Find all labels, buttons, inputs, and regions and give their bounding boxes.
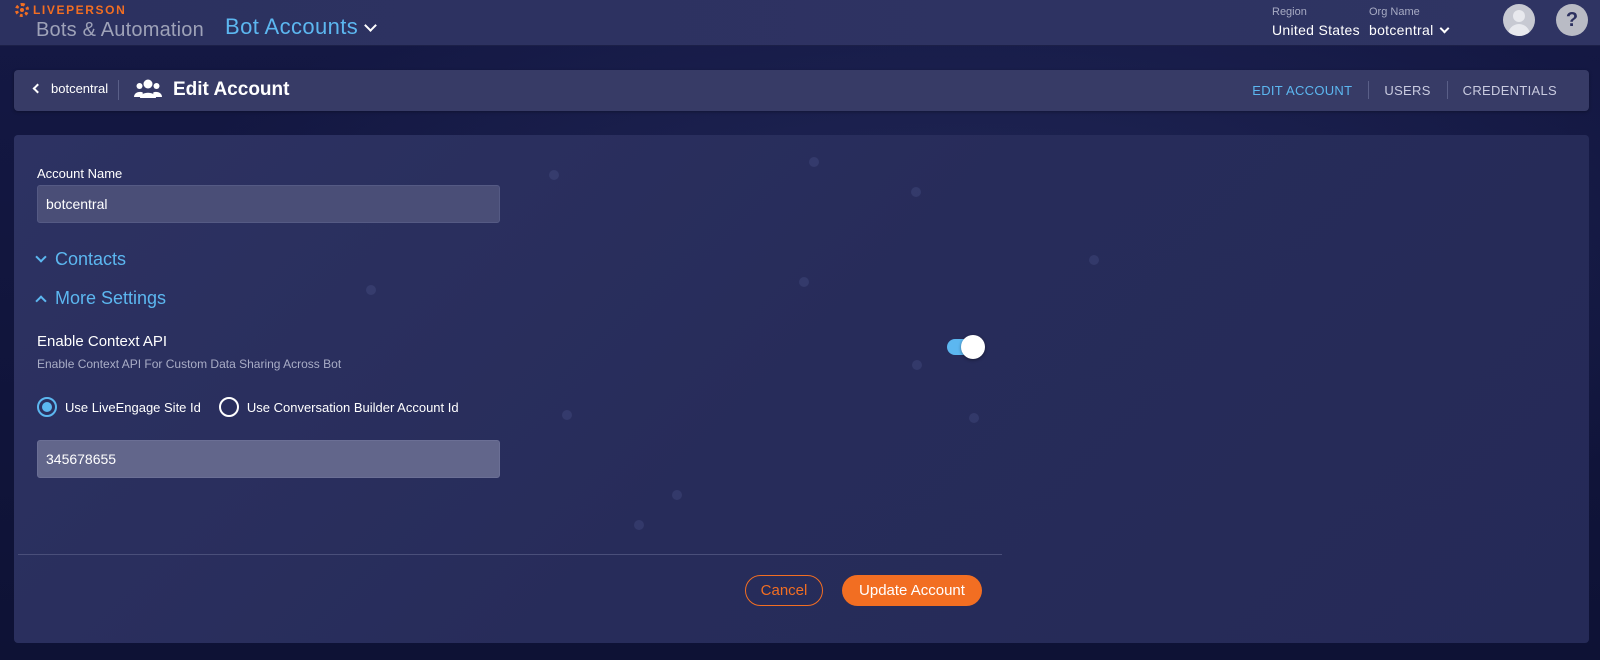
context-api-description: Enable Context API For Custom Data Shari… — [37, 357, 342, 371]
tab-users[interactable]: USERS — [1368, 81, 1446, 99]
user-avatar[interactable] — [1503, 4, 1535, 36]
account-name-input[interactable] — [37, 185, 500, 223]
radio-liveengage-site-id[interactable]: Use LiveEngage Site Id — [37, 397, 201, 417]
header-tabs: EDIT ACCOUNT USERS CREDENTIALS — [1236, 70, 1573, 111]
background-decoration — [562, 410, 572, 420]
radio-selected-icon — [37, 397, 57, 417]
contacts-accordion[interactable]: Contacts — [35, 249, 127, 270]
site-id-input[interactable] — [37, 440, 500, 478]
region-value: United States — [1272, 22, 1360, 38]
radio-label: Use Conversation Builder Account Id — [246, 399, 459, 415]
chevron-down-icon — [1440, 23, 1450, 34]
liveperson-logo: LIVEPERSON — [15, 3, 126, 17]
tab-edit-account[interactable]: EDIT ACCOUNT — [1236, 83, 1368, 98]
background-decoration — [912, 360, 922, 370]
region-label: Region — [1272, 6, 1307, 18]
chevron-up-icon — [35, 294, 47, 307]
page-title: Edit Account — [173, 79, 290, 100]
radio-label: Use LiveEngage Site Id — [65, 399, 201, 415]
chevron-left-icon — [32, 83, 43, 94]
org-label: Org Name — [1369, 6, 1420, 18]
background-decoration — [634, 520, 644, 530]
tab-credentials[interactable]: CREDENTIALS — [1446, 81, 1573, 99]
more-settings-accordion[interactable]: More Settings — [35, 288, 167, 309]
avatar-shoulders-shape — [1508, 24, 1530, 36]
region-info: Region United States — [1272, 6, 1360, 38]
chevron-down-icon — [35, 251, 47, 263]
section-switcher[interactable]: Bot Accounts — [225, 14, 378, 40]
users-group-icon — [134, 79, 162, 98]
background-decoration — [672, 490, 682, 500]
background-decoration — [911, 187, 921, 197]
page-header: botcentral Edit Account EDIT ACCOUNT USE… — [14, 70, 1589, 111]
top-navigation-bar: LIVEPERSON Bots & Automation Bot Account… — [0, 0, 1600, 46]
product-name: Bots & Automation — [36, 19, 204, 41]
header-divider — [118, 80, 119, 100]
brand-name: LIVEPERSON — [33, 3, 127, 17]
org-value-row[interactable]: botcentral — [1369, 22, 1450, 38]
background-decoration — [799, 277, 809, 287]
contacts-accordion-label: Contacts — [55, 249, 127, 269]
back-link-label: botcentral — [51, 81, 109, 96]
background-decoration — [969, 413, 979, 423]
context-api-title: Enable Context API — [37, 333, 168, 350]
toggle-knob — [961, 335, 985, 359]
update-account-button[interactable]: Update Account — [842, 575, 982, 606]
context-api-toggle[interactable] — [947, 335, 985, 359]
site-id-radio-group: Use LiveEngage Site Id Use Conversation … — [37, 397, 477, 417]
more-settings-accordion-label: More Settings — [55, 288, 167, 308]
section-switcher-label: Bot Accounts — [225, 14, 359, 39]
radio-conversation-builder-account-id[interactable]: Use Conversation Builder Account Id — [218, 397, 459, 417]
edit-account-form: Account Name Contacts More Settings Enab… — [14, 135, 1589, 643]
chevron-down-icon — [364, 18, 378, 32]
account-name-label: Account Name — [37, 166, 123, 181]
org-value: botcentral — [1369, 22, 1434, 38]
liveperson-sun-icon — [15, 3, 29, 17]
back-link[interactable]: botcentral — [32, 81, 109, 96]
org-selector[interactable]: Org Name botcentral — [1369, 6, 1450, 38]
background-decoration — [809, 157, 819, 167]
background-decoration — [1089, 255, 1099, 265]
cancel-button[interactable]: Cancel — [745, 575, 823, 606]
radio-unselected-icon — [218, 397, 239, 417]
background-decoration — [366, 285, 376, 295]
form-divider — [18, 554, 1002, 555]
help-button[interactable]: ? — [1556, 4, 1588, 36]
avatar-head-shape — [1513, 10, 1525, 22]
background-decoration — [549, 170, 559, 180]
